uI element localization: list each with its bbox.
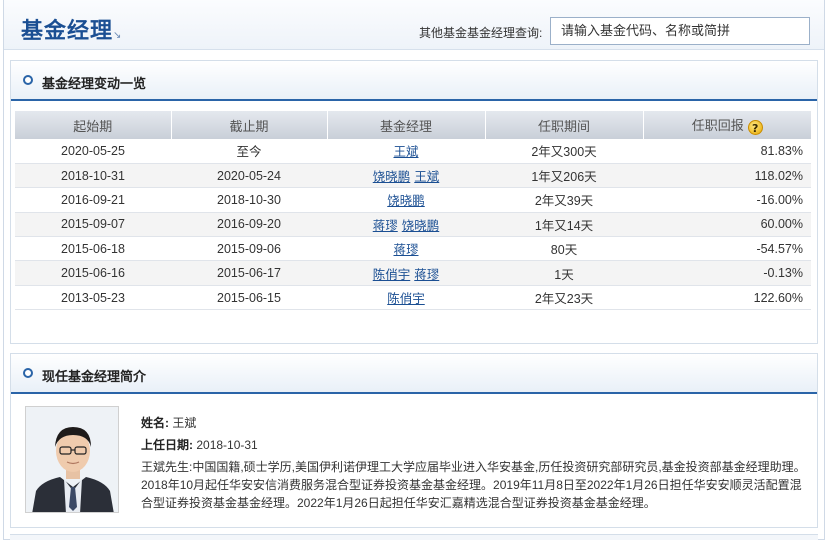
- duration-cell: 1天: [485, 260, 643, 286]
- table-body: 2020-05-25 至今 王斌 2年又300天 81.83% 2018-10-31 202…: [15, 139, 811, 311]
- manager-cell: 蒋璆 饶晓鹏: [327, 212, 485, 238]
- manager-info: 姓名: 王斌 上任日期: 2018-10-31 王斌先生:中国国籍,硕士学历,美…: [141, 412, 807, 512]
- manager-link[interactable]: 陈俏宇: [373, 268, 411, 282]
- next-section-edge: [10, 534, 818, 540]
- start-date-cell: 2015-06-18: [15, 236, 171, 262]
- table-row: 2015-06-16 2015-06-17 陈俏宇 蒋璆 1天 -0.13%: [15, 260, 811, 286]
- column-header-duration: 任职期间: [485, 111, 644, 139]
- help-icon[interactable]: ?: [747, 120, 763, 135]
- start-date-label: 上任日期:: [141, 438, 193, 452]
- start-date-cell: 2013-05-23: [15, 285, 171, 311]
- manager-link[interactable]: 王斌: [414, 170, 439, 184]
- circle-bullet-icon: [23, 368, 33, 378]
- column-header-start: 起始期: [15, 111, 172, 139]
- start-date-cell: 2015-06-16: [15, 260, 171, 286]
- start-date-cell: 2016-09-21: [15, 187, 171, 213]
- column-header-end: 截止期: [171, 111, 328, 139]
- end-date-cell: 2016-09-20: [171, 212, 327, 238]
- start-date-cell: 2018-10-31: [15, 163, 171, 189]
- section-header: 基金经理变动一览: [11, 61, 817, 101]
- duration-cell: 2年又39天: [485, 187, 643, 213]
- section-title: 基金经理变动一览: [42, 77, 147, 92]
- duration-cell: 2年又23天: [485, 285, 643, 311]
- start-date-cell: 2015-09-07: [15, 212, 171, 238]
- end-date-cell: 2018-10-30: [171, 187, 327, 213]
- manager-link[interactable]: 饶晓鹏: [402, 219, 440, 233]
- manager-changes-table: 起始期 截止期 基金经理 任职期间 任职回报? 2020-05-25 至今 王斌 2年…: [15, 111, 811, 311]
- manager-cell: 饶晓鹏: [327, 187, 485, 213]
- return-cell: 118.02%: [643, 163, 811, 189]
- manager-link[interactable]: 饶晓鹏: [387, 194, 425, 208]
- return-cell: 60.00%: [643, 212, 811, 238]
- return-cell: -0.13%: [643, 260, 811, 286]
- column-header-return: 任职回报?: [643, 111, 811, 139]
- manager-link[interactable]: 饶晓鹏: [373, 170, 411, 184]
- end-date-cell: 2015-09-06: [171, 236, 327, 262]
- table-row: 2013-05-23 2015-06-15 陈俏宇 2年又23天 122.60%: [15, 285, 811, 311]
- end-date-cell: 2020-05-24: [171, 163, 327, 189]
- section-title: 现任基金经理简介: [42, 370, 147, 385]
- manager-cell: 陈俏宇 蒋璆: [327, 260, 485, 286]
- page-title: 基金经理: [21, 19, 114, 44]
- duration-cell: 1年又206天: [485, 163, 643, 189]
- start-date-cell: 2020-05-25: [15, 139, 171, 164]
- header-bar: 基金经理 ↘ 其他基金基金经理查询:: [4, 0, 824, 50]
- search-label: 其他基金基金经理查询:: [419, 26, 543, 40]
- manager-bio: 王斌先生:中国国籍,硕士学历,美国伊利诺伊理工大学应届毕业进入华安基金,历任投资…: [141, 460, 806, 510]
- arrow-down-right-icon: ↘: [113, 30, 122, 41]
- manager-cell: 饶晓鹏 王斌: [327, 163, 485, 189]
- duration-cell: 1年又14天: [485, 212, 643, 238]
- manager-link[interactable]: 蒋璆: [414, 268, 439, 282]
- start-date: 2018-10-31: [196, 438, 258, 452]
- manager-portrait-icon: [26, 407, 118, 512]
- manager-cell: 蒋璆: [327, 236, 485, 262]
- end-date-cell: 至今: [171, 139, 327, 164]
- table-row: 2020-05-25 至今 王斌 2年又300天 81.83%: [15, 139, 811, 164]
- duration-cell: 80天: [485, 236, 643, 262]
- manager-start-line: 上任日期: 2018-10-31: [141, 434, 807, 456]
- manager-photo: [25, 406, 119, 513]
- return-cell: 122.60%: [643, 285, 811, 311]
- manager-changes-section: 基金经理变动一览 起始期 截止期 基金经理 任职期间 任职回报? 2020-05…: [10, 60, 818, 344]
- column-header-return-label: 任职回报: [691, 119, 744, 134]
- table-row: 2015-06-18 2015-09-06 蒋璆 80天 -54.57%: [15, 236, 811, 262]
- manager-cell: 王斌: [327, 139, 485, 164]
- manager-link[interactable]: 蒋璆: [373, 219, 398, 233]
- current-manager-section: 现任基金经理简介 姓名: 王斌 上任日期: 2018-10-31 王斌先生:中国…: [10, 353, 818, 528]
- search-input[interactable]: [550, 17, 810, 45]
- fund-manager-panel: 基金经理 ↘ 其他基金基金经理查询: 基金经理变动一览 起始期 截止期 基金经理…: [3, 0, 825, 540]
- column-header-manager: 基金经理: [327, 111, 486, 139]
- table-row: 2018-10-31 2020-05-24 饶晓鹏 王斌 1年又206天 118.02%: [15, 163, 811, 189]
- manager-name-line: 姓名: 王斌: [141, 412, 807, 434]
- name-label: 姓名:: [141, 416, 169, 430]
- table-row: 2015-09-07 2016-09-20 蒋璆 饶晓鹏 1年又14天 60.00%: [15, 212, 811, 238]
- duration-cell: 2年又300天: [485, 139, 643, 164]
- table-row: 2016-09-21 2018-10-30 饶晓鹏 2年又39天 -16.00%: [15, 187, 811, 213]
- section-header: 现任基金经理简介: [11, 354, 817, 394]
- manager-link[interactable]: 陈俏宇: [387, 292, 425, 306]
- return-cell: 81.83%: [643, 139, 811, 164]
- table-header-row: 起始期 截止期 基金经理 任职期间 任职回报?: [15, 111, 811, 139]
- manager-link[interactable]: 王斌: [393, 145, 418, 159]
- manager-name: 王斌: [172, 416, 197, 430]
- circle-bullet-icon: [23, 75, 33, 85]
- manager-link[interactable]: 蒋璆: [393, 243, 418, 257]
- end-date-cell: 2015-06-17: [171, 260, 327, 286]
- return-cell: -16.00%: [643, 187, 811, 213]
- manager-cell: 陈俏宇: [327, 285, 485, 311]
- end-date-cell: 2015-06-15: [171, 285, 327, 311]
- return-cell: -54.57%: [643, 236, 811, 262]
